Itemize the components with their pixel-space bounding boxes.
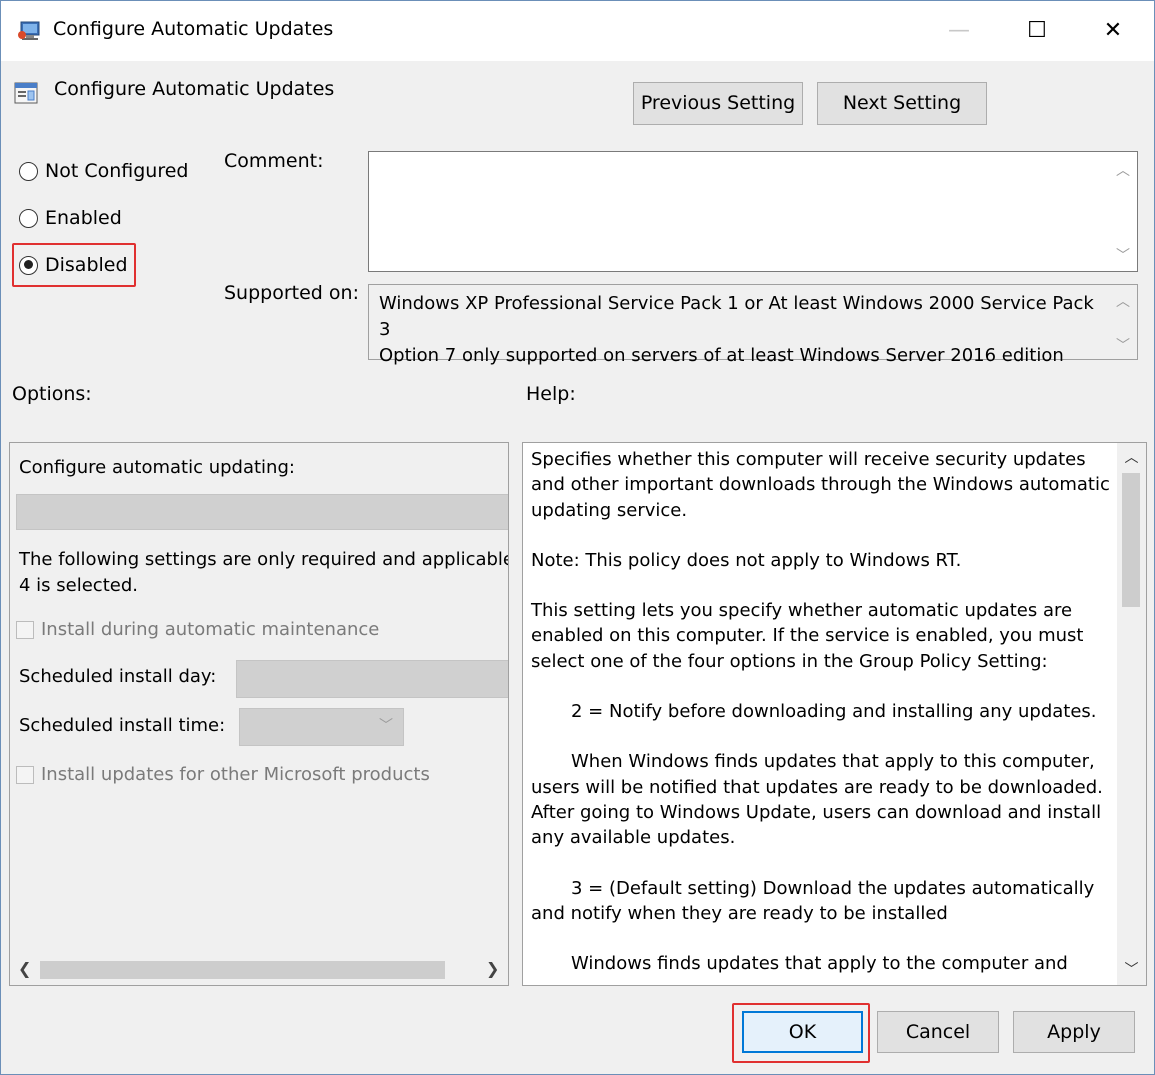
options-horizontal-scrollbar[interactable]: ❮ ❯	[10, 955, 508, 985]
help-vertical-scrollbar[interactable]: ︿ ﹀	[1117, 443, 1146, 985]
help-paragraph: Note: This policy does not apply to Wind…	[531, 549, 962, 571]
supported-line-2: Option 7 only supported on servers of at…	[379, 345, 1064, 366]
supported-on-field: Windows XP Professional Service Pack 1 o…	[368, 284, 1138, 366]
previous-setting-button[interactable]: Previous Setting	[633, 82, 803, 125]
help-panel: Specifies whether this computer will rec…	[522, 442, 1147, 986]
help-label: Help:	[526, 383, 576, 405]
close-button[interactable]: ✕	[1083, 11, 1143, 51]
configure-updating-combo	[16, 494, 508, 530]
supported-on-label: Supported on:	[224, 282, 359, 304]
scroll-down-icon[interactable]: ﹀	[1115, 335, 1131, 355]
options-label: Options:	[12, 383, 92, 405]
install-day-dropdown	[236, 660, 508, 698]
next-setting-button[interactable]: Next Setting	[817, 82, 987, 125]
help-paragraph: When Windows finds updates that apply to…	[531, 751, 1103, 849]
scroll-up-icon[interactable]: ︿	[1115, 291, 1131, 311]
scroll-down-icon[interactable]: ﹀	[1117, 959, 1146, 979]
apply-button[interactable]: Apply	[1013, 1011, 1135, 1053]
install-time-label: Scheduled install time:	[19, 715, 226, 736]
radio-button[interactable]	[19, 208, 38, 228]
note-line-1: The following settings are only required…	[19, 549, 509, 570]
minimize-button[interactable]: —	[929, 11, 989, 51]
scrollbar-thumb[interactable]	[40, 961, 445, 979]
configure-updating-label: Configure automatic updating:	[19, 457, 295, 478]
other-products-label: Install updates for other Microsoft prod…	[41, 764, 430, 785]
scroll-up-icon[interactable]: ︿	[1115, 160, 1131, 180]
radio-label: Enabled	[45, 207, 122, 229]
scroll-down-icon[interactable]: ﹀	[1115, 245, 1131, 265]
policy-name: Configure Automatic Updates	[54, 78, 335, 100]
chevron-down-icon: ﹀	[379, 718, 393, 734]
help-paragraph: Specifies whether this computer will rec…	[531, 449, 1110, 521]
help-paragraph: This setting lets you specify whether au…	[531, 600, 1084, 672]
help-paragraph: 3 = (Default setting) Download the updat…	[531, 877, 1095, 924]
window-title: Configure Automatic Updates	[53, 18, 334, 40]
scroll-up-icon[interactable]: ︿	[1117, 447, 1146, 467]
comment-field[interactable]: ︿ ﹀	[368, 151, 1138, 272]
group-policy-icon	[17, 20, 43, 42]
scroll-left-icon[interactable]: ❮	[18, 959, 31, 978]
cancel-button[interactable]: Cancel	[877, 1011, 999, 1053]
maintenance-checkbox-row: Install during automatic maintenance	[16, 619, 379, 640]
help-text: Specifies whether this computer will rec…	[531, 447, 1111, 985]
dialog-window: Configure Automatic Updates — ☐ ✕ Config…	[0, 0, 1155, 1075]
scroll-right-icon[interactable]: ❯	[486, 959, 499, 978]
ok-highlight-box	[732, 1003, 870, 1063]
policy-setting-icon	[13, 81, 41, 107]
radio-button[interactable]	[19, 161, 38, 181]
maintenance-checkbox	[16, 620, 34, 639]
scrollbar-thumb[interactable]	[1122, 473, 1140, 607]
help-paragraph: 2 = Notify before downloading and instal…	[571, 701, 1097, 723]
radio-not-configured[interactable]: Not Configured	[19, 158, 188, 184]
maintenance-label: Install during automatic maintenance	[41, 619, 380, 640]
note-line-2: 4 is selected.	[19, 575, 138, 596]
maximize-button[interactable]: ☐	[1007, 11, 1067, 51]
install-day-label: Scheduled install day:	[19, 666, 217, 687]
other-products-checkbox-row: Install updates for other Microsoft prod…	[16, 764, 430, 785]
radio-enabled[interactable]: Enabled	[19, 205, 122, 231]
help-paragraph: Windows finds updates that apply to the …	[571, 953, 1068, 975]
radio-label: Not Configured	[45, 160, 189, 182]
options-panel: Configure automatic updating: The follow…	[9, 442, 509, 986]
install-time-dropdown: ﹀	[239, 708, 404, 746]
title-bar[interactable]: Configure Automatic Updates — ☐ ✕	[1, 1, 1154, 61]
comment-label: Comment:	[224, 150, 324, 172]
supported-line-1: Windows XP Professional Service Pack 1 o…	[379, 293, 1094, 340]
other-products-checkbox	[16, 765, 34, 784]
disabled-highlight-box	[12, 243, 136, 287]
